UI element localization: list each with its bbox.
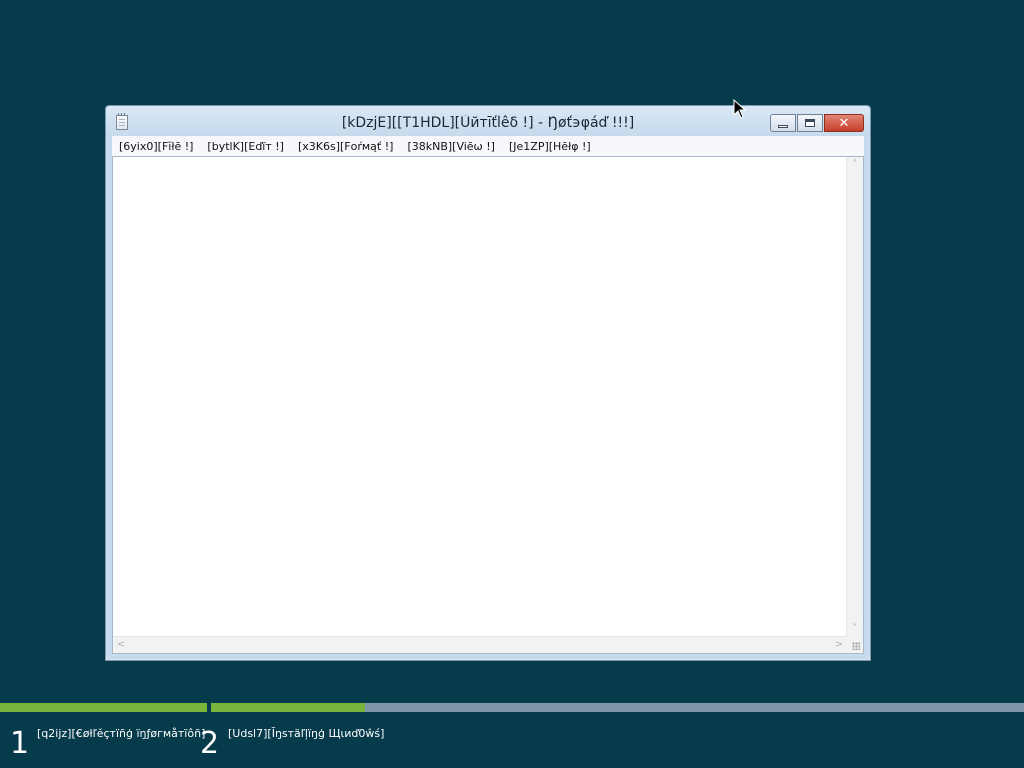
progress-fill-step-1 <box>0 703 207 712</box>
step-number: 1 <box>10 726 30 761</box>
step-label: [q2ijz][€øłľĕçтïñģ ïŋƒøгмåтïôñ] <box>37 727 206 740</box>
step-number: 2 <box>200 726 220 761</box>
menu-help[interactable]: [Je1ZP][Hēłφ !] <box>502 140 598 153</box>
title-bar[interactable]: [kDzjE][[T1HDL][Ŭйтīťĺêδ !] - Ŋøť϶φáď !!… <box>106 106 870 136</box>
menu-bar: [6yix0][Fĭłē !] [bytlK][Eďïт !] [x3K6s][… <box>112 136 864 156</box>
close-button[interactable]: ✕ <box>824 114 864 132</box>
scroll-down-icon[interactable]: ˅ <box>847 621 863 637</box>
menu-file[interactable]: [6yix0][Fĭłē !] <box>112 140 200 153</box>
maximize-icon <box>805 119 815 127</box>
scroll-left-icon[interactable]: < <box>113 637 129 653</box>
scroll-right-icon[interactable]: > <box>831 637 847 653</box>
close-icon: ✕ <box>838 115 850 131</box>
resize-grip-icon[interactable] <box>847 637 863 653</box>
maximize-button[interactable] <box>797 114 823 132</box>
progress-fill-step-2 <box>211 703 366 712</box>
minimize-icon <box>778 124 788 128</box>
menu-format[interactable]: [x3K6s][Fоŕмąť !] <box>291 140 400 153</box>
notepad-icon[interactable] <box>116 113 128 130</box>
horizontal-scrollbar[interactable]: < > <box>113 636 847 653</box>
window-title: [kDzjE][[T1HDL][Ŭйтīťĺêδ !] - Ŋøť϶φáď !!… <box>341 115 635 131</box>
progress-track-step-2 <box>211 703 1024 712</box>
menu-view[interactable]: [38kNB][Viēω !] <box>400 140 502 153</box>
progress-track-step-1 <box>0 703 207 712</box>
menu-edit[interactable]: [bytlK][Eďïт !] <box>200 140 291 153</box>
step-label: [Udsl7][Ĩŋѕтäľļïŋģ Щιиď0ŵś] <box>228 727 385 740</box>
caption-buttons: ✕ <box>769 114 864 132</box>
mouse-cursor-icon <box>733 99 747 119</box>
desktop: [kDzjE][[T1HDL][Ŭйтīťĺêδ !] - Ŋøť϶φáď !!… <box>0 0 1024 768</box>
notepad-window[interactable]: [kDzjE][[T1HDL][Ŭйтīťĺêδ !] - Ŋøť϶φáď !!… <box>105 105 871 661</box>
minimize-button[interactable] <box>770 114 796 132</box>
vertical-scrollbar[interactable]: ˄ ˅ <box>846 157 863 637</box>
scroll-up-icon[interactable]: ˄ <box>847 157 863 173</box>
text-editor[interactable]: ˄ ˅ < > <box>112 156 864 654</box>
setup-progress: 1 [q2ijz][€øłľĕçтïñģ ïŋƒøгмåтïôñ] 2 [Uds… <box>0 700 1024 768</box>
